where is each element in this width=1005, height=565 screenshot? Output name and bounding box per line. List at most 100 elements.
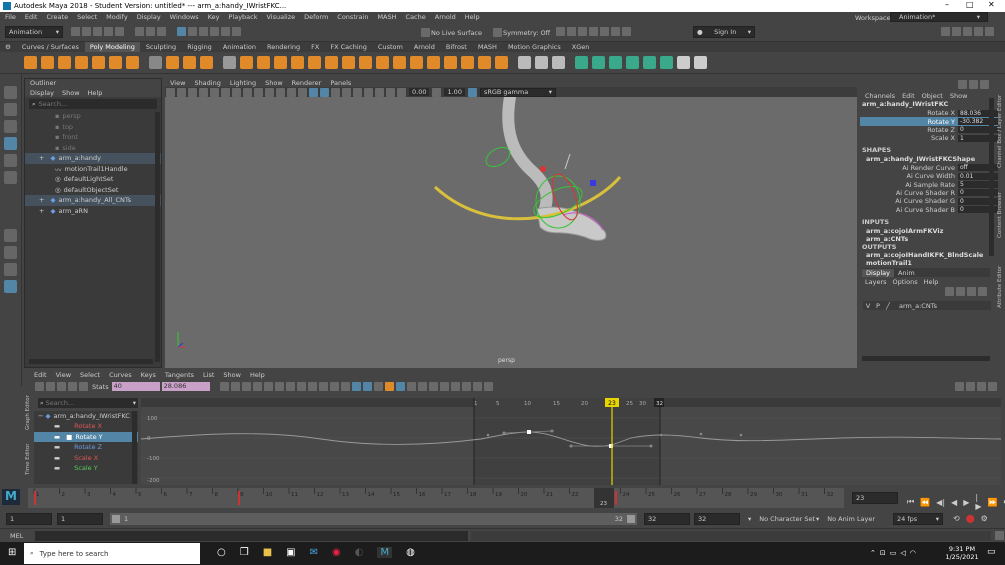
quad-draw-icon[interactable] — [552, 56, 565, 69]
outliner-item-top[interactable]: ▪ top — [25, 122, 161, 133]
live-surface[interactable]: No Live Surface — [420, 28, 482, 37]
oscillate-icon[interactable] — [439, 382, 449, 391]
outliner-item-default-object-set[interactable]: ◎ defaultObjectSet — [25, 185, 161, 196]
side-tab-time-editor[interactable]: Time Editor — [25, 435, 31, 476]
layer-menu-layers[interactable]: Layers — [865, 278, 887, 286]
auto-tangent-icon[interactable] — [252, 382, 262, 391]
shelf-tab-rigging[interactable]: Rigging — [182, 42, 217, 52]
close-button[interactable]: ✕ — [988, 0, 995, 9]
layer-visibility-toggle[interactable]: V — [863, 302, 873, 310]
select-tool-icon[interactable] — [4, 86, 17, 99]
viewport-menu-shading[interactable]: Shading — [194, 79, 220, 87]
uv-editor-icon[interactable] — [643, 56, 656, 69]
uv-auto-icon[interactable] — [626, 56, 639, 69]
shape-attr-shader-b[interactable]: Ai Curve Shader B0 — [860, 206, 998, 214]
region-keys-icon[interactable] — [68, 382, 77, 391]
step-back-key-icon[interactable]: ⏪ — [920, 498, 930, 507]
use-lights-icon[interactable] — [342, 87, 351, 97]
undo-icon[interactable] — [104, 27, 113, 36]
shelf-tab-bifrost[interactable]: Bifrost — [441, 42, 472, 52]
shape-attr-render-curve[interactable]: Ai Render Curve off — [860, 164, 998, 172]
channel-rotate-x[interactable]: Rotate X 88.036 — [860, 109, 998, 117]
poly-cylinder-icon[interactable] — [58, 56, 71, 69]
channel-box-icon[interactable] — [974, 27, 983, 36]
chrome-icon[interactable]: ◉ — [332, 547, 341, 558]
cleanup-icon[interactable] — [495, 56, 508, 69]
outliner-menu-help[interactable]: Help — [88, 89, 103, 97]
side-tab-attribute-editor[interactable]: Attribute Editor — [997, 248, 1003, 308]
shelf-tab-fx-caching[interactable]: FX Caching — [325, 42, 372, 52]
shape-attr-shader-r[interactable]: Ai Curve Shader R0 — [860, 189, 998, 197]
film-gate-icon[interactable] — [221, 87, 230, 97]
minimize-button[interactable]: – — [945, 0, 949, 9]
character-set[interactable]: ▾ No Character Set — [748, 515, 815, 523]
menu-key[interactable]: Key — [208, 13, 220, 21]
outliner-hscrollbar[interactable] — [29, 359, 153, 364]
maya-taskbar-icon[interactable]: M — [377, 547, 393, 558]
snap-grid-icon[interactable] — [177, 27, 186, 36]
ge-panel-icon[interactable] — [977, 382, 986, 391]
shelf-tab-mash[interactable]: MASH — [473, 42, 502, 52]
menu-visualize[interactable]: Visualize — [267, 13, 296, 21]
step-back-frame-icon[interactable]: ◀| — [936, 498, 945, 507]
menu-display[interactable]: Display — [137, 13, 161, 21]
viewport-menu-panels[interactable]: Panels — [330, 79, 351, 87]
select-component-icon[interactable] — [157, 27, 166, 36]
cortana-icon[interactable]: ○ — [217, 547, 226, 558]
boolean-union-icon[interactable] — [274, 56, 287, 69]
channel-rotate-y[interactable]: Rotate Y -30.382 — [860, 117, 998, 126]
ge-expand-icon[interactable] — [955, 382, 964, 391]
cycle-offset-icon[interactable] — [428, 382, 438, 391]
uv-spherical-icon[interactable] — [609, 56, 622, 69]
play-forward-icon[interactable]: ▶ — [963, 498, 969, 507]
shelf-tab-arnold[interactable]: Arnold — [409, 42, 440, 52]
network-icon[interactable]: ⊡ — [880, 549, 886, 557]
outliner-item-arm-rn[interactable]: + ◆ arm_aRN — [25, 206, 161, 217]
task-view-icon[interactable]: ❐ — [240, 547, 249, 558]
menu-create[interactable]: Create — [46, 13, 68, 21]
outliner-item-arm-handy[interactable]: + ◆ arm_a:handy — [25, 153, 161, 164]
shelf-tab-xgen[interactable]: XGen — [567, 42, 595, 52]
shelf-tab-poly-modeling[interactable]: Poly Modeling — [84, 42, 140, 52]
super-shape-icon[interactable] — [166, 56, 179, 69]
red-handle[interactable] — [540, 166, 546, 172]
shape-attr-shader-g[interactable]: Ai Curve Shader G0 — [860, 197, 998, 205]
layer-editor-icon[interactable] — [985, 27, 994, 36]
camera-attributes-icon[interactable] — [177, 87, 186, 97]
menu-cache[interactable]: Cache — [406, 13, 426, 21]
notifications-icon[interactable]: ▭ — [987, 547, 996, 557]
channel-box-float-icon[interactable] — [969, 80, 978, 89]
open-scene-icon[interactable] — [82, 27, 91, 36]
uv-cylindrical-icon[interactable] — [592, 56, 605, 69]
snap-point-icon[interactable] — [199, 27, 208, 36]
outliner-item-default-light-set[interactable]: ◎ defaultLightSet — [25, 174, 161, 185]
snap-vertex-icon[interactable] — [232, 27, 241, 36]
new-layer-selected-icon[interactable] — [978, 287, 987, 296]
unify-tangents-icon[interactable] — [340, 382, 350, 391]
frame-playback-icon[interactable] — [230, 382, 240, 391]
output-node[interactable]: arm_a:cojoIHandIKFK_BlndScale — [860, 251, 998, 259]
menu-mash[interactable]: MASH — [377, 13, 396, 21]
scale-tool-icon[interactable] — [4, 171, 17, 184]
save-scene-icon[interactable] — [93, 27, 102, 36]
script-editor-icon[interactable] — [995, 531, 1004, 540]
exposure-icon[interactable] — [397, 87, 406, 97]
outliner-item-motion-trail[interactable]: 〰 motionTrail1Handle — [25, 164, 161, 175]
curve-normalize-icon[interactable] — [395, 382, 405, 391]
time-slider-track[interactable]: 1 2 3 4 5 6 7 8 9 10 11 12 13 14 15 16 17 18 19 20 21 22 24 25 2… — [28, 488, 844, 508]
snap-curve-icon[interactable] — [188, 27, 197, 36]
end-frame-field[interactable]: 32 — [694, 513, 740, 525]
outliner-scrollbar[interactable] — [155, 112, 160, 362]
pause-icon[interactable] — [622, 27, 631, 36]
trax-editor-icon[interactable] — [483, 382, 493, 391]
mel-label[interactable]: MEL — [10, 532, 23, 540]
mail-icon[interactable]: ✉ — [310, 547, 318, 558]
mirror-icon[interactable] — [308, 56, 321, 69]
move-layer-down-icon[interactable] — [956, 287, 965, 296]
side-tab-content-browser[interactable]: Content Browser — [997, 178, 1003, 238]
ge-search[interactable]: ⌕ Search... ▾ — [38, 398, 138, 408]
obs-icon[interactable]: ◍ — [406, 547, 415, 558]
shape-attr-sample-rate[interactable]: Ai Sample Rate 5 — [860, 180, 998, 189]
ge-menu-show[interactable]: Show — [223, 371, 241, 379]
gamma-icon[interactable] — [432, 87, 442, 97]
